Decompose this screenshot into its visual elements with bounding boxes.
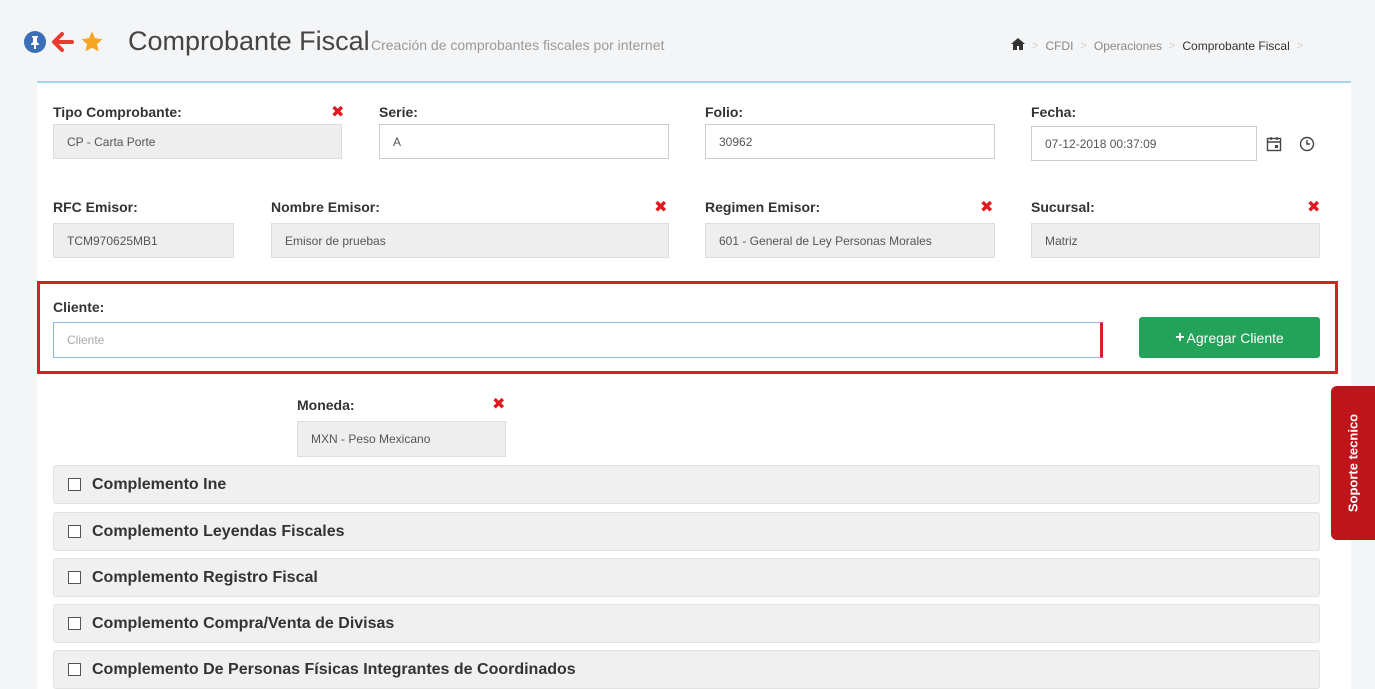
checkbox-icon[interactable]: [68, 478, 81, 491]
tipo-comprobante-label: Tipo Comprobante:: [53, 104, 182, 120]
clock-icon[interactable]: [1299, 136, 1315, 152]
complemento-panel[interactable]: Complemento De Personas Físicas Integran…: [53, 650, 1320, 689]
breadcrumb-separator: >: [1032, 39, 1039, 52]
breadcrumb-separator: >: [1080, 39, 1087, 52]
complemento-panel[interactable]: Complemento Ine: [53, 465, 1320, 504]
folio-label: Folio:: [705, 104, 744, 120]
checkbox-icon[interactable]: [68, 571, 81, 584]
clear-icon[interactable]: ✖: [1307, 200, 1320, 216]
rfc-emisor-label: RFC Emisor:: [53, 199, 138, 215]
breadcrumb-separator: >: [1168, 39, 1176, 52]
tipo-comprobante-field[interactable]: CP - Carta Porte: [53, 124, 342, 159]
form-card: [37, 81, 1351, 689]
checkbox-icon[interactable]: [68, 525, 81, 538]
moneda-label: Moneda:: [297, 397, 355, 413]
add-client-button-label: Agregar Cliente: [1186, 329, 1284, 346]
complemento-panel[interactable]: Complemento Registro Fiscal: [53, 558, 1320, 597]
rfc-emisor-field[interactable]: TCM970625MB1: [53, 223, 234, 258]
sucursal-label: Sucursal:: [1031, 199, 1095, 215]
breadcrumb-item-cfdi[interactable]: CFDI: [1045, 39, 1073, 53]
cliente-label: Cliente:: [53, 299, 105, 315]
complemento-label: Complemento De Personas Físicas Integran…: [92, 660, 576, 678]
complemento-label: Complemento Ine: [92, 475, 227, 493]
breadcrumb-item-operaciones[interactable]: Operaciones: [1094, 39, 1162, 53]
complemento-panel[interactable]: Complemento Leyendas Fiscales: [53, 512, 1320, 551]
breadcrumb-item-current: Comprobante Fiscal: [1182, 38, 1290, 53]
support-tab-label: Soporte tecnico: [1345, 413, 1361, 513]
clear-icon[interactable]: ✖: [492, 397, 505, 413]
nombre-emisor-field[interactable]: Emisor de pruebas: [271, 223, 669, 258]
nombre-emisor-label: Nombre Emisor:: [271, 199, 380, 215]
support-tab[interactable]: Soporte tecnico: [1331, 386, 1375, 540]
pin-icon[interactable]: [24, 31, 46, 53]
regimen-emisor-label: Regimen Emisor:: [705, 199, 821, 215]
clear-icon[interactable]: ✖: [980, 200, 993, 216]
add-client-button[interactable]: + Agregar Cliente: [1139, 317, 1320, 358]
plus-icon: +: [1175, 328, 1185, 346]
fecha-field[interactable]: 07-12-2018 00:37:09: [1031, 126, 1257, 161]
page-title: Comprobante Fiscal: [128, 26, 370, 56]
serie-field[interactable]: A: [379, 124, 669, 159]
back-arrow-icon[interactable]: [50, 31, 76, 53]
header-icons: [24, 30, 104, 54]
checkbox-icon[interactable]: [68, 663, 81, 676]
breadcrumb-separator: >: [1296, 39, 1304, 52]
page-subtitle: Creación de comprobantes fiscales por in…: [371, 37, 665, 53]
cliente-input[interactable]: Cliente: [53, 322, 1103, 358]
complemento-label: Complemento Registro Fiscal: [92, 568, 318, 586]
home-icon[interactable]: [1011, 38, 1025, 53]
breadcrumb: > CFDI > Operaciones > Comprobante Fisca…: [1011, 38, 1310, 53]
serie-label: Serie:: [379, 104, 418, 120]
sucursal-field[interactable]: Matriz: [1031, 223, 1320, 258]
moneda-field[interactable]: MXN - Peso Mexicano: [297, 421, 506, 457]
complemento-panel[interactable]: Complemento Compra/Venta de Divisas: [53, 604, 1320, 643]
checkbox-icon[interactable]: [68, 617, 81, 630]
favorite-star-icon[interactable]: [80, 30, 104, 54]
calendar-icon[interactable]: [1266, 136, 1282, 152]
page-header: Comprobante Fiscal Creación de comproban…: [0, 0, 1375, 82]
cliente-placeholder: Cliente: [67, 333, 105, 347]
fecha-label: Fecha:: [1031, 104, 1077, 120]
folio-field[interactable]: 30962: [705, 124, 995, 159]
clear-icon[interactable]: ✖: [654, 200, 667, 216]
complemento-label: Complemento Leyendas Fiscales: [92, 522, 345, 540]
regimen-emisor-field[interactable]: 601 - General de Ley Personas Morales: [705, 223, 995, 258]
clear-icon[interactable]: ✖: [331, 105, 344, 121]
complemento-label: Complemento Compra/Venta de Divisas: [92, 614, 395, 632]
